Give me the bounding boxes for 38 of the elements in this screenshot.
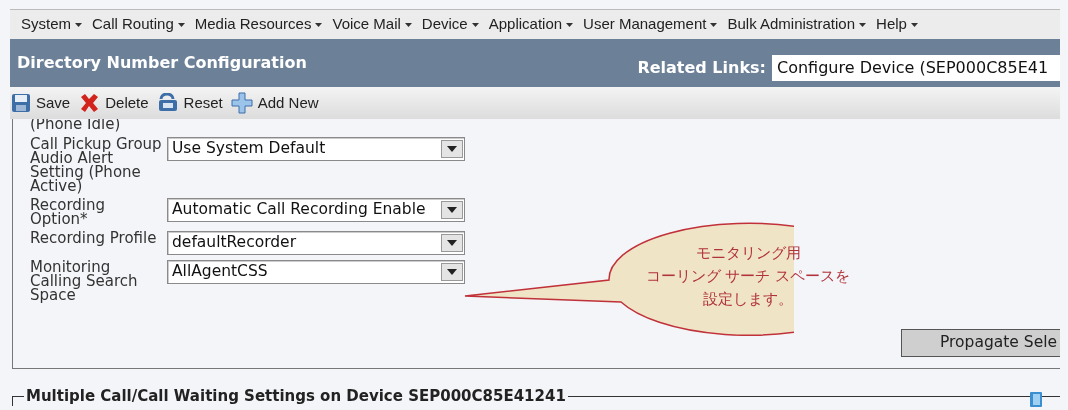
page-title: Directory Number Configuration <box>17 52 307 74</box>
section-legend: Multiple Call/Call Waiting Settings on Device SEP000C85E41241 <box>24 385 568 408</box>
toolbar-button[interactable]: Save <box>11 91 71 115</box>
plus-icon <box>230 92 253 114</box>
related-links-dropdown[interactable]: Configure Device (SEP000C85E41 <box>772 55 1060 81</box>
caret-icon <box>315 22 323 27</box>
caret-icon <box>910 22 918 27</box>
caret-icon <box>566 22 574 27</box>
dropdown[interactable]: AllAgentCSS <box>167 260 465 284</box>
menu-item[interactable]: User Management <box>578 13 723 36</box>
caret-icon <box>404 22 412 27</box>
field-label: Recording Profile <box>30 231 158 245</box>
caret-icon <box>471 22 479 27</box>
menu-item[interactable]: Bulk Administration <box>722 13 872 36</box>
caret-icon <box>177 22 185 27</box>
field-label: Monitoring Calling Search Space <box>30 260 139 302</box>
caret-icon <box>859 22 867 27</box>
dropdown[interactable]: Automatic Call Recording Enable <box>167 198 465 222</box>
propagate-button[interactable]: Propagate Sele <box>901 329 1060 357</box>
menu-item[interactable]: Device <box>416 13 484 36</box>
related-links-label: Related Links: <box>637 57 766 79</box>
toolbar-button[interactable]: Reset <box>156 91 223 115</box>
dropdown[interactable]: Use System Default <box>167 137 465 161</box>
callout-text: モニタリング用 コーリング サーチ スペースを 設定します。 <box>644 243 852 310</box>
field-label: Recording Option* <box>30 198 107 226</box>
field-label: Call Pickup Group Audio Alert Setting (Phone Active) <box>30 137 162 193</box>
menu-item[interactable]: Voice Mail <box>327 13 417 36</box>
menu-item[interactable]: Call Routing <box>87 13 190 36</box>
menu-item[interactable]: System <box>16 13 87 36</box>
caret-icon <box>75 22 82 27</box>
toolbar-button[interactable]: Delete <box>78 91 149 115</box>
caret-icon <box>710 22 718 27</box>
dropdown[interactable]: defaultRecorder <box>167 231 465 255</box>
delete-icon <box>78 92 101 114</box>
menu-item[interactable]: Help <box>871 13 923 36</box>
menu-item[interactable]: Media Resources <box>189 13 328 36</box>
toolbar-button[interactable]: Add New <box>230 91 319 115</box>
menu-item[interactable]: Application <box>483 13 579 36</box>
